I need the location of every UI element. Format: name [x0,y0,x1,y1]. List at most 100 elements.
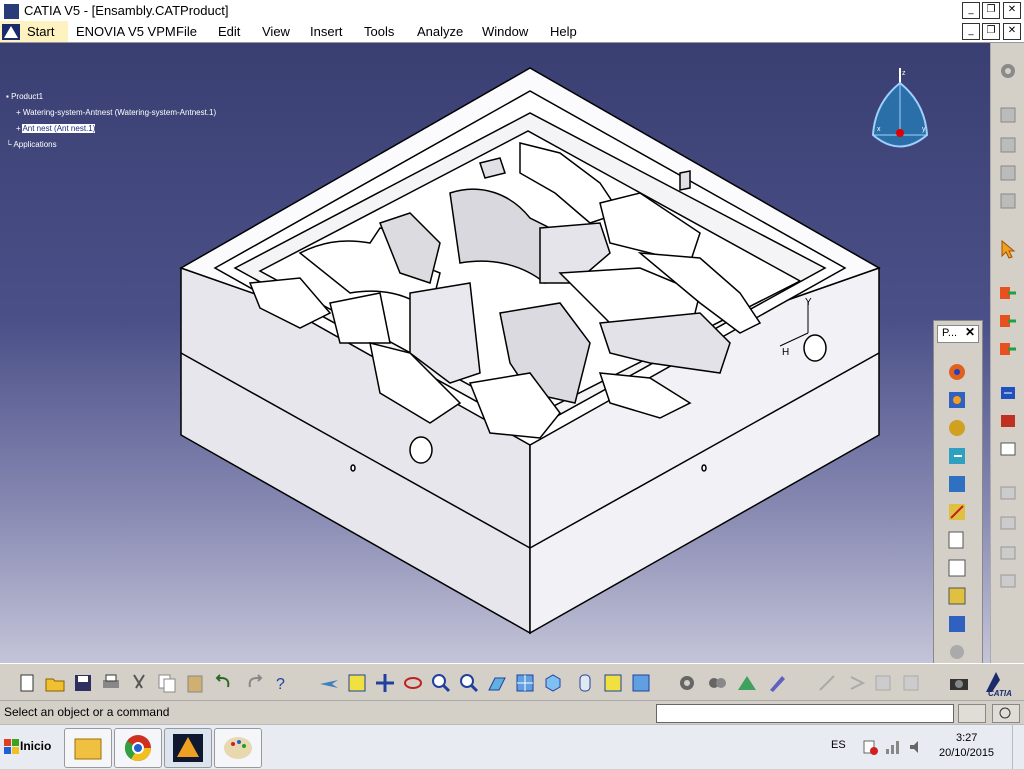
taskbar-chrome[interactable] [114,728,162,768]
language-indicator[interactable]: ES [831,739,846,751]
os-taskbar: Inicio ES 3:27 20/10/2015 [0,724,1024,769]
assembly-features-icon[interactable] [736,672,758,694]
graph-tree-icon[interactable] [946,501,968,523]
fix-icon[interactable] [946,585,968,607]
cut-icon[interactable] [128,672,150,694]
mechanism-icon[interactable] [706,672,728,694]
existing-component-icon[interactable] [998,191,1018,211]
multi-instantiation-icon[interactable] [946,613,968,635]
redo-icon[interactable] [244,672,266,694]
select-arrow-icon[interactable] [998,239,1018,259]
undo-icon[interactable] [212,672,234,694]
normal-view-icon[interactable] [486,672,508,694]
component-icon[interactable] [998,135,1018,155]
multi-view-icon[interactable] [514,672,536,694]
new-component-icon[interactable] [946,389,968,411]
minimize-button[interactable]: _ [962,2,980,19]
start-label: Start [27,24,55,39]
gear-icon[interactable] [998,61,1018,81]
floating-palette[interactable]: P... ✕ [933,320,983,672]
menu-window[interactable]: Window [482,24,528,39]
search-button[interactable] [992,704,1020,723]
fit-all-icon[interactable] [346,672,368,694]
menu-enovia[interactable]: ENOVIA V5 VPM [76,24,176,39]
save-icon[interactable] [72,672,94,694]
iso-view-icon[interactable] [542,672,564,694]
pan-icon[interactable] [374,672,396,694]
volume-icon[interactable] [908,739,926,755]
taskbar-explorer[interactable] [64,728,112,768]
zoom-out-icon[interactable] [458,672,480,694]
manipulate-icon[interactable] [998,513,1018,533]
open-icon[interactable] [44,672,66,694]
doc-minimize-button[interactable]: _ [962,23,980,40]
replace-component-icon[interactable] [946,473,968,495]
explode-icon[interactable] [998,483,1018,503]
constraint-icon[interactable] [998,283,1018,303]
specification-tree: ▪ Product1 + Watering-system-Antnest (Wa… [6,89,216,153]
stop-manipulate-icon[interactable] [998,543,1018,563]
new-icon[interactable] [16,672,38,694]
product-structure-icon[interactable] [998,105,1018,125]
tree-root[interactable]: ▪ Product1 [6,89,216,105]
snap-icon[interactable] [998,571,1018,591]
palette-close-button[interactable]: ✕ [965,325,975,339]
menu-help[interactable]: Help [550,24,577,39]
update-icon[interactable] [998,383,1018,403]
close-button[interactable]: ✕ [1003,2,1021,19]
gear-icon[interactable] [946,641,968,663]
start-menu[interactable]: Start [0,21,68,42]
tree-item-watering-label: Watering-system-Antnest (Watering-system… [22,108,217,117]
paste-icon[interactable] [184,672,206,694]
restore-button[interactable]: ❐ [982,2,1000,19]
gear-icon[interactable] [676,672,698,694]
offset-icon[interactable] [998,339,1018,359]
show-desktop-button[interactable] [1012,725,1024,769]
catia-app-icon [3,3,20,20]
swap-visible-icon[interactable] [602,672,624,694]
insert-component-icon[interactable] [946,445,968,467]
taskbar-catia[interactable] [164,728,212,768]
tree-item-watering-system[interactable]: + Watering-system-Antnest (Watering-syst… [6,105,216,121]
palette-header[interactable]: P... ✕ [937,325,979,343]
menu-edit[interactable]: Edit [218,24,240,39]
reorder-icon[interactable] [998,411,1018,431]
network-icon[interactable] [884,739,902,755]
properties-icon[interactable] [998,439,1018,459]
status-bar: Select an object or a command [0,700,1024,725]
fly-mode-icon[interactable] [318,672,340,694]
doc-restore-button[interactable]: ❐ [982,23,1000,40]
search-icon [999,707,1011,719]
command-input[interactable] [656,704,954,723]
menu-analyze[interactable]: Analyze [417,24,463,39]
whats-this-icon[interactable]: ? [272,672,294,694]
menu-view[interactable]: View [262,24,290,39]
tree-item-ant-nest[interactable]: + Ant nest (Ant nest.1) [6,121,216,137]
manipulation-icon[interactable] [630,672,652,694]
new-product-icon[interactable] [946,417,968,439]
pen-icon[interactable] [766,672,788,694]
coincidence-icon[interactable] [998,311,1018,331]
camera-icon[interactable] [948,672,970,694]
menu-insert[interactable]: Insert [310,24,343,39]
tree-item-applications[interactable]: └ Applications [6,137,216,153]
part-icon[interactable] [998,163,1018,183]
doc-close-button[interactable]: ✕ [1003,23,1021,40]
menu-bar: Start ENOVIA V5 VPM File Edit View Inser… [0,21,1024,43]
menu-tools[interactable]: Tools [364,24,394,39]
zoom-in-icon[interactable] [430,672,452,694]
start-button[interactable]: Inicio [2,731,58,763]
bill-of-material-icon[interactable] [946,557,968,579]
taskbar-paint[interactable] [214,728,262,768]
print-icon[interactable] [100,672,122,694]
3d-viewport[interactable]: Y H ▪ Product1 + Watering-system-Antnest… [0,43,990,663]
new-catalog-icon[interactable] [946,361,968,383]
hide-show-icon[interactable] [574,672,596,694]
menu-file[interactable]: File [176,24,197,39]
compass-widget[interactable]: x y z [865,63,935,163]
generate-numbering-icon[interactable] [946,529,968,551]
notification-icon[interactable] [862,739,878,755]
rotate-icon[interactable] [402,672,424,694]
copy-icon[interactable] [156,672,178,694]
command-button[interactable] [958,704,986,723]
